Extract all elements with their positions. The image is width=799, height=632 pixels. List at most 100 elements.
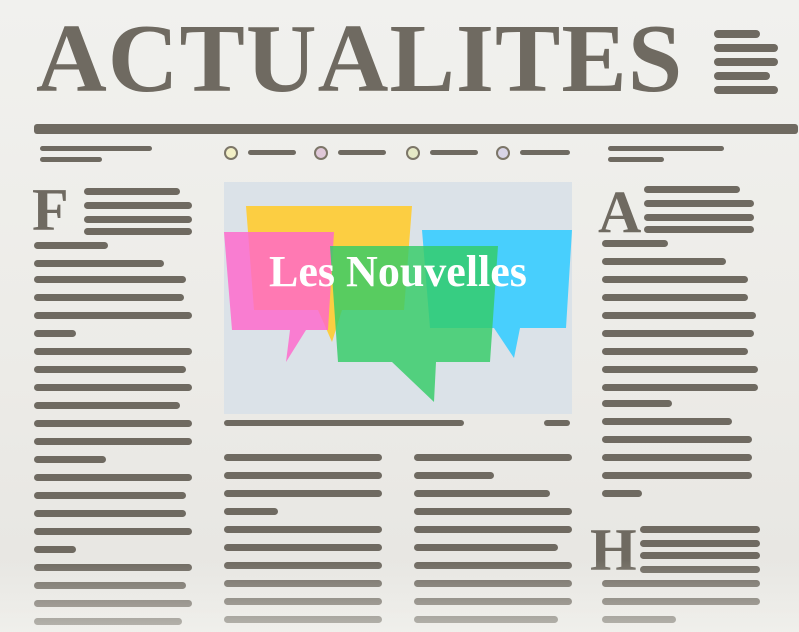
column-text-line (84, 228, 192, 235)
column-text-line (602, 418, 732, 425)
column-text-line (602, 472, 752, 479)
masthead-text-line (714, 86, 778, 94)
column-text-line (602, 490, 642, 497)
header-text-line (608, 146, 724, 151)
column-text-line (602, 580, 760, 587)
column-text-line (602, 276, 748, 283)
column-text-line (602, 384, 758, 391)
header-text-line (608, 157, 664, 162)
column-text-line (602, 258, 726, 265)
column-text-line (414, 526, 572, 533)
column-text-line (34, 438, 192, 445)
column-text-line (414, 616, 558, 623)
column-text-line (84, 188, 180, 195)
header-text-line (40, 157, 102, 162)
column-text-line (34, 366, 186, 373)
column-text-line (644, 200, 754, 207)
caption-text-line (544, 420, 570, 426)
column-text-line (34, 276, 186, 283)
column-text-line (644, 214, 754, 221)
nav-dot-icon (406, 146, 420, 160)
dropcap-right-bottom: H (590, 517, 637, 583)
dropcap-left: F (32, 177, 69, 243)
column-text-line (224, 508, 278, 515)
column-text-line (34, 294, 184, 301)
column-text-line (34, 600, 192, 607)
newspaper-page: ACTUALITES F Les Nouvelles A H (0, 0, 799, 632)
speech-bubbles-illustration (224, 206, 572, 402)
column-text-line (34, 348, 192, 355)
masthead-text-line (714, 44, 778, 52)
column-text-line (34, 242, 108, 249)
column-text-line (224, 526, 382, 533)
header-text-line (248, 150, 296, 155)
masthead-text-line (714, 30, 760, 38)
nav-dot-icon (314, 146, 328, 160)
masthead-text-line (714, 58, 778, 66)
column-text-line (224, 454, 382, 461)
column-text-line (640, 540, 760, 547)
column-text-line (34, 330, 76, 337)
column-text-line (602, 348, 748, 355)
column-text-line (34, 312, 192, 319)
masthead-title: ACTUALITES (36, 5, 684, 113)
column-text-line (414, 580, 572, 587)
column-text-line (34, 420, 192, 427)
column-text-line (414, 562, 572, 569)
column-text-line (414, 598, 572, 605)
column-text-line (34, 456, 106, 463)
column-text-line (34, 260, 164, 267)
column-text-line (224, 544, 382, 551)
nav-dot-icon (224, 146, 238, 160)
column-text-line (602, 240, 668, 247)
column-text-line (84, 202, 192, 209)
column-text-line (414, 490, 550, 497)
column-text-line (414, 472, 494, 479)
column-text-line (602, 294, 748, 301)
column-text-line (34, 546, 76, 553)
column-text-line (224, 580, 382, 587)
column-text-line (602, 454, 752, 461)
column-text-line (34, 618, 182, 625)
column-text-line (602, 436, 752, 443)
hero-image: Les Nouvelles (224, 182, 572, 414)
column-text-line (414, 508, 572, 515)
column-text-line (602, 400, 672, 407)
column-text-line (34, 492, 186, 499)
column-text-line (34, 474, 192, 481)
column-text-line (602, 616, 676, 623)
column-text-line (644, 226, 754, 233)
column-text-line (640, 552, 760, 559)
nav-dot-icon (496, 146, 510, 160)
column-text-line (34, 402, 180, 409)
column-text-line (602, 366, 758, 373)
dropcap-right-top: A (598, 179, 642, 245)
column-text-line (84, 216, 192, 223)
column-text-line (34, 528, 192, 535)
column-text-line (414, 454, 572, 461)
hero-caption: Les Nouvelles (269, 247, 527, 296)
caption-text-line (224, 420, 464, 426)
column-text-line (602, 598, 760, 605)
column-text-line (34, 564, 192, 571)
column-text-line (602, 312, 756, 319)
column-text-line (224, 616, 382, 623)
column-text-line (224, 562, 382, 569)
column-text-line (640, 526, 760, 533)
column-text-line (644, 186, 740, 193)
column-text-line (224, 598, 382, 605)
column-text-line (640, 566, 760, 573)
column-text-line (34, 384, 192, 391)
column-text-line (414, 544, 558, 551)
header-text-line (430, 150, 478, 155)
header-text-line (40, 146, 152, 151)
header-text-line (338, 150, 386, 155)
column-text-line (224, 472, 382, 479)
masthead-text-line (714, 72, 770, 80)
column-text-line (34, 582, 186, 589)
header-text-line (520, 150, 570, 155)
column-text-line (602, 330, 754, 337)
masthead-rule (34, 124, 798, 134)
column-text-line (34, 510, 186, 517)
column-text-line (224, 490, 382, 497)
